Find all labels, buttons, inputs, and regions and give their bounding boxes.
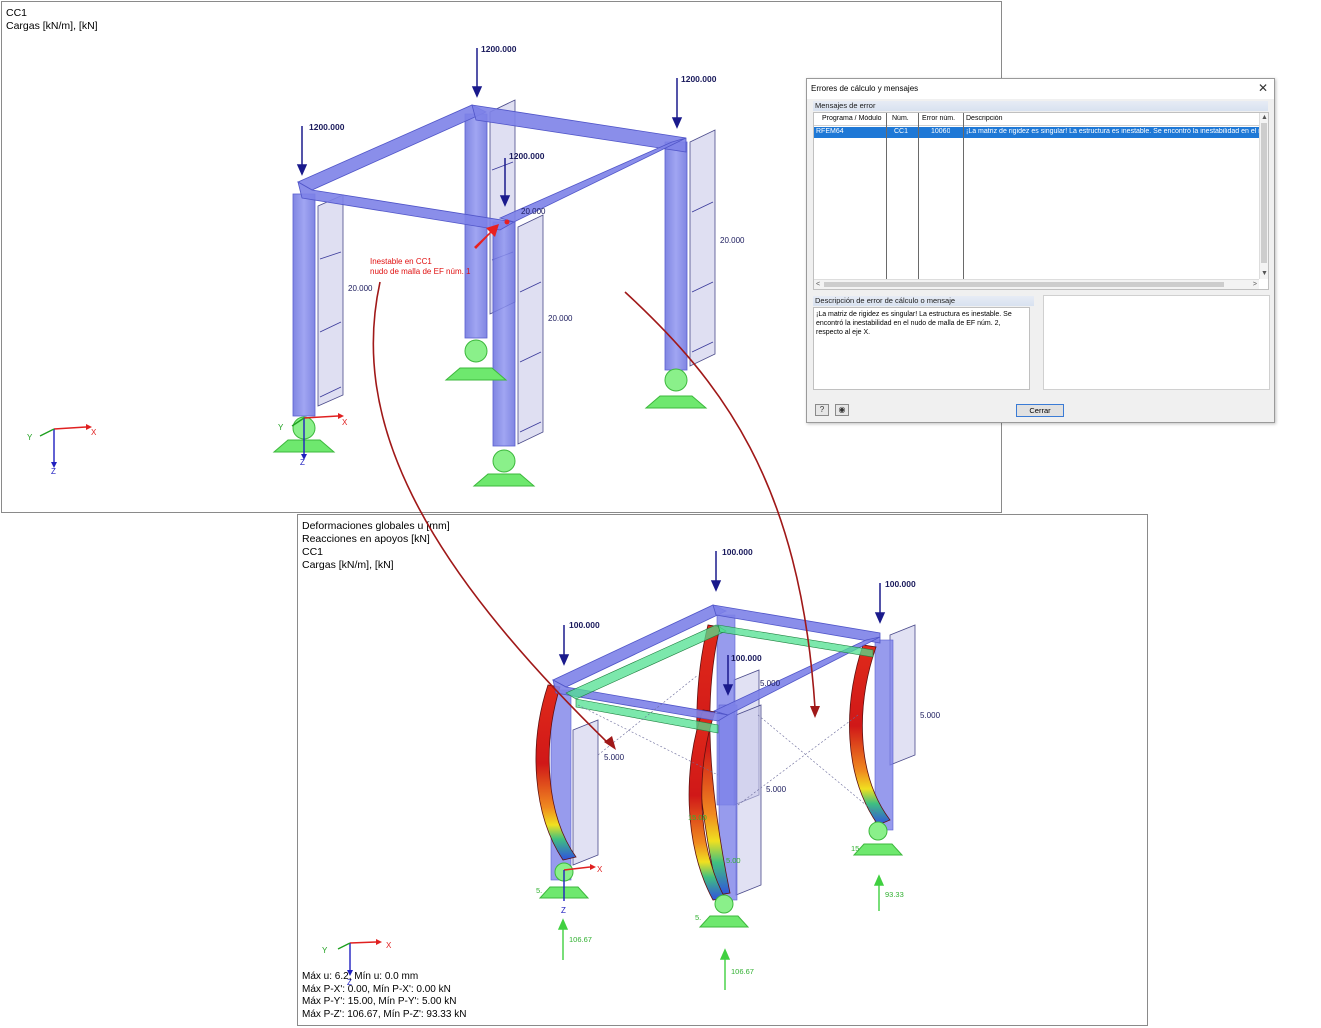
max-deformation-text: Máx u: 6.2, Mín u: 0.0 mm (302, 971, 419, 982)
svg-text:5.: 5. (695, 913, 701, 922)
svg-text:Z: Z (300, 458, 305, 467)
svg-text:1200.000: 1200.000 (481, 44, 517, 54)
svg-text:20.000: 20.000 (521, 207, 546, 216)
svg-text:5.000: 5.000 (760, 679, 781, 688)
cell-description: ¡La matriz de rigidez es singular! La es… (966, 128, 1259, 135)
svg-text:100.000: 100.000 (731, 653, 762, 663)
svg-text:20.000: 20.000 (348, 284, 373, 293)
reaction-pz-text: Máx P-Z': 106.67, Mín P-Z': 93.33 kN (302, 1008, 467, 1020)
svg-text:106.67: 106.67 (569, 935, 592, 944)
deformed-structure-graphic: 100.000 100.000 100.000 100.000 5.000 5.… (322, 547, 941, 990)
description-side-panel (1043, 295, 1270, 390)
svg-text:X: X (386, 941, 392, 950)
reaction-px-text: Máx P-X': 0.00, Mín P-X': 0.00 kN (302, 983, 451, 995)
point-load-arrows (296, 48, 683, 207)
svg-text:100.000: 100.000 (885, 579, 916, 589)
help-icon[interactable]: ? (815, 404, 829, 416)
svg-text:100.000: 100.000 (569, 620, 600, 630)
model-viewport-bottom[interactable]: Deformaciones globales u [mm] Reacciones… (297, 514, 1148, 1026)
results-summary: Máx u: 6.2, Mín u: 0.0 mm Máx P-X': 0.00… (302, 971, 466, 1021)
svg-text:5.: 5. (536, 886, 542, 895)
svg-text:1200.000: 1200.000 (309, 122, 345, 132)
horizontal-scrollbar[interactable]: < > (814, 279, 1259, 289)
svg-text:5.00: 5.00 (726, 856, 741, 865)
svg-text:5.000: 5.000 (920, 711, 941, 720)
column-header-error-num[interactable]: Error núm. (922, 115, 955, 122)
svg-text:1200.000: 1200.000 (681, 74, 717, 84)
svg-text:15.00: 15.00 (688, 813, 707, 822)
calculation-errors-dialog[interactable]: Errores de cálculo y mensajes ✕ Mensajes… (806, 78, 1275, 423)
svg-text:20.000: 20.000 (720, 236, 745, 245)
error-messages-section-label: Mensajes de error (813, 101, 1268, 111)
instability-label: Inestable en CC1 nudo de malla de EF núm… (370, 257, 471, 276)
error-messages-table[interactable]: Programa / Módulo Núm. Error núm. Descri… (813, 112, 1269, 290)
column-header-description[interactable]: Descripción (966, 115, 1003, 122)
svg-text:15: 15 (851, 844, 859, 853)
svg-text:Y: Y (278, 423, 284, 432)
svg-text:Z: Z (561, 906, 566, 915)
error-description-text[interactable]: ¡La matriz de rigidez es singular! La es… (813, 307, 1030, 390)
svg-text:1200.000: 1200.000 (509, 151, 545, 161)
table-header: Programa / Módulo Núm. Error núm. Descri… (814, 113, 1259, 126)
svg-text:5.000: 5.000 (604, 753, 625, 762)
svg-text:106.67: 106.67 (731, 967, 754, 976)
svg-text:Inestable en CC1: Inestable en CC1 (370, 257, 432, 266)
eye-icon[interactable]: ◉ (835, 404, 849, 416)
scroll-right-icon[interactable]: > (1253, 281, 1257, 289)
svg-text:X: X (597, 865, 603, 874)
column-header-program[interactable]: Programa / Módulo (822, 115, 882, 122)
svg-text:Z: Z (51, 467, 56, 476)
svg-text:100.000: 100.000 (722, 547, 753, 557)
svg-text:Y: Y (322, 946, 328, 955)
close-button[interactable]: Cerrar (1016, 404, 1064, 417)
scroll-down-icon[interactable]: ▼ (1261, 270, 1268, 278)
cell-error-num: 10060 (931, 128, 951, 135)
dialog-titlebar[interactable]: Errores de cálculo y mensajes ✕ (807, 79, 1274, 99)
vertical-scrollbar[interactable]: ▲ ▼ (1259, 113, 1268, 279)
svg-text:Y: Y (27, 433, 33, 442)
axis-triad (337, 864, 596, 976)
description-section-label: Descripción de error de cálculo o mensaj… (813, 296, 1034, 306)
svg-text:93.33: 93.33 (885, 890, 904, 899)
table-row[interactable]: RFEM64 CC1 10060 ¡La matriz de rigidez e… (814, 127, 1259, 138)
svg-text:X: X (342, 418, 348, 427)
scroll-left-icon[interactable]: < (816, 281, 820, 289)
svg-text:nudo de malla de EF núm. 1: nudo de malla de EF núm. 1 (370, 267, 471, 276)
svg-text:20.000: 20.000 (548, 314, 573, 323)
close-icon[interactable]: ✕ (1256, 81, 1270, 95)
scroll-up-icon[interactable]: ▲ (1261, 114, 1268, 122)
cell-num: CC1 (894, 128, 909, 135)
column-header-num[interactable]: Núm. (892, 115, 909, 122)
svg-text:X: X (91, 428, 97, 437)
reaction-py-text: Máx P-Y': 15.00, Mín P-Y': 5.00 kN (302, 996, 457, 1007)
dialog-title: Errores de cálculo y mensajes (811, 84, 919, 93)
svg-text:5.000: 5.000 (766, 785, 787, 794)
cell-program: RFEM64 (816, 128, 844, 135)
